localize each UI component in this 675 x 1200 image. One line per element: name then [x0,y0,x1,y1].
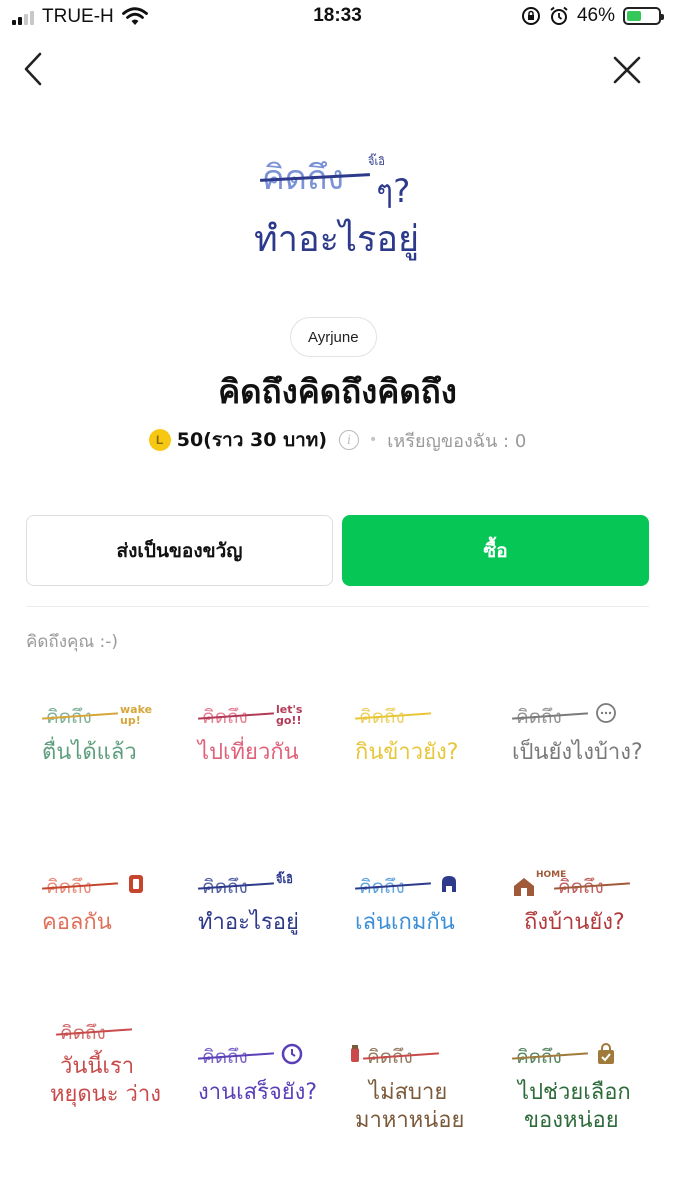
sticker-main-text: ตื่นได้แล้ว [42,740,137,765]
sticker-4[interactable]: คิดถึง เป็นยังไงบ้าง? [494,660,644,810]
sticker-8[interactable]: HOME คิดถึง ถึงบ้านยัง? [494,830,644,980]
phone-icon [129,875,143,893]
sticker-main-text-line2: ของหน่อย [524,1108,619,1133]
battery-level [627,11,641,21]
clock-icon [281,1043,303,1065]
sticker-main-text: กินข้าวยัง? [355,740,459,765]
price-value: 50 [176,429,204,451]
chevron-left-icon[interactable] [16,48,56,88]
sticker-3[interactable]: คิดถึง กินข้าวยัง? [337,660,487,810]
sticker-grid: คิดถึง wake up! ตื่นได้แล้ว คิดถึง let's… [24,660,651,1160]
shopping-bag-icon [598,1043,614,1064]
hero-text-bottom: ทำอะไรอยู่ [254,219,420,260]
house-icon [514,878,534,896]
battery-percent: 46% [576,5,615,26]
sticker-main-text: ทำอะไรอยู่ [198,910,299,935]
sticker-main-text: ไปเที่ยวกัน [198,740,299,765]
coin-icon: L [148,429,171,451]
send-as-gift-button[interactable]: ส่งเป็นของขวัญ [26,515,333,586]
sticker-1[interactable]: คิดถึง wake up! ตื่นได้แล้ว [24,660,174,810]
coin-balance: เหรียญของฉัน : 0 [387,430,527,452]
sticker-6[interactable]: คิดถึง จิ๊เอิ ทำอะไรอยู่ [180,830,330,980]
sticker-5[interactable]: คิดถึง คอลกัน [24,830,174,980]
sticker-2[interactable]: คิดถึง let's go!! ไปเที่ยวกัน [180,660,330,810]
price-note: (ราว 30 บาท) [203,429,328,451]
sticker-main-text-line2: หยุดนะ ว่าง [50,1082,161,1107]
status-right: 46% [521,5,664,27]
sticker-9[interactable]: คิดถึง วันนี้เรา หยุดนะ ว่าง [24,1000,174,1150]
sticker-7[interactable]: คิดถึง เล่นเกมกัน [337,830,487,980]
sticker-side-text: จิ๊เอิ [276,873,293,886]
sticker-side-text: wake up! [120,703,153,727]
author-badge[interactable]: Ayrjune [290,317,377,357]
sticker-11[interactable]: คิดถึง ไม่สบาย มาหาหน่อย [337,1000,487,1150]
info-icon[interactable]: i [339,430,360,450]
battery-icon [623,7,664,25]
rotation-lock-icon [521,7,540,25]
main-sticker-image: คิดถึง จิ๊เอิ ๆ? ทำอะไรอยู่ [240,140,440,290]
price-row: L 50 (ราว 30 บาท) i • เหรียญของฉัน : 0 [0,425,675,455]
pack-description: คิดถึงคุณ :-) [26,632,119,652]
sticker-main-text: งานเสร็จยัง? [198,1080,318,1105]
game-controller-icon [442,876,456,892]
divider [26,606,649,607]
medicine-icon [351,1045,359,1062]
close-icon[interactable] [611,54,643,86]
sticker-main-text: ถึงบ้านยัง? [524,910,625,935]
status-bar: TRUE-H 18:33 46% [0,0,675,36]
sticker-main-text-line2: มาหาหน่อย [355,1108,465,1133]
sticker-10[interactable]: คิดถึง งานเสร็จยัง? [180,1000,330,1150]
sticker-main-text: เป็นยังไงบ้าง? [512,740,643,765]
sticker-main-text: คอลกัน [42,910,112,935]
alarm-icon [550,6,568,25]
speech-bubble-icon [596,703,616,723]
buy-button[interactable]: ซื้อ [342,515,649,586]
sticker-main-text: เล่นเกมกัน [355,910,455,935]
sticker-12[interactable]: คิดถึง ไปช่วยเลือก ของหน่อย [494,1000,644,1150]
pack-title: คิดถึงคิดถึงคิดถึง [218,372,457,411]
separator-dot: • [369,432,378,448]
sticker-side-text: let's go!! [276,703,303,727]
